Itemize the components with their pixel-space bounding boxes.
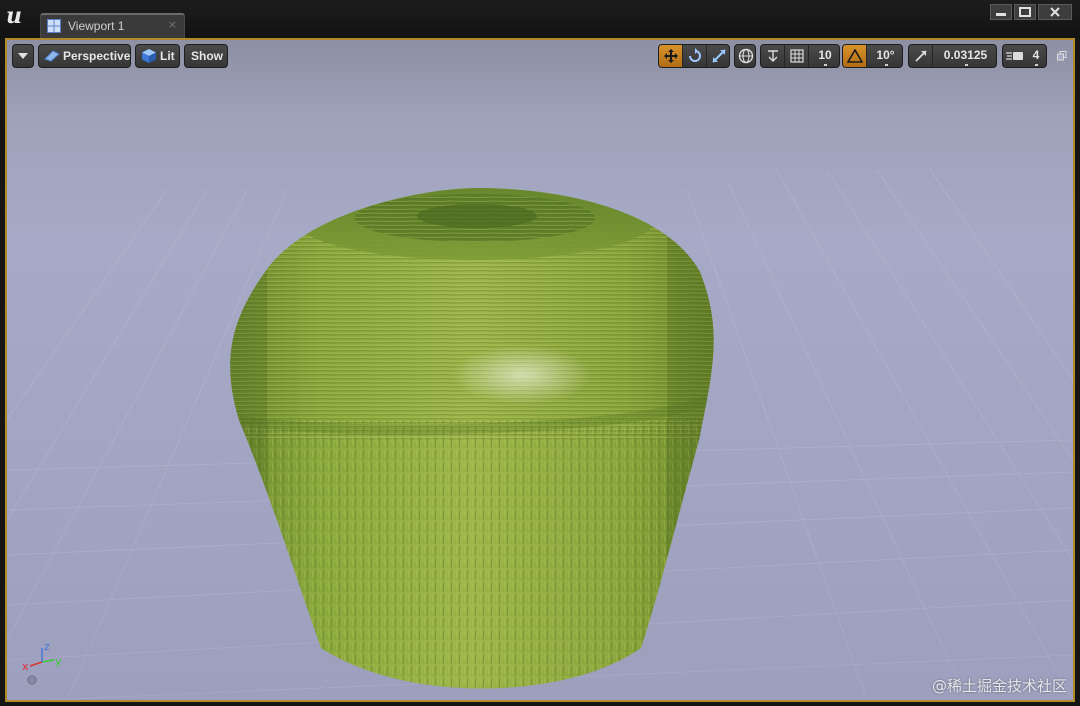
scale-mode-button[interactable]	[707, 45, 729, 67]
dropdown-dot-icon	[1035, 64, 1038, 66]
perspective-camera-icon	[44, 50, 60, 62]
z-axis-label: z	[44, 640, 50, 653]
chevron-down-icon	[18, 53, 28, 59]
grid-snap-toggle[interactable]	[785, 45, 809, 67]
lit-view-mode-button[interactable]: Lit	[135, 44, 180, 68]
grid-snap-value-text: 10	[818, 48, 832, 62]
scale-snap-icon	[914, 50, 927, 62]
minimize-icon	[996, 13, 1006, 16]
grid-snap-group: 10	[760, 44, 840, 68]
scale-snap-value[interactable]: 0.03125	[933, 45, 996, 67]
perspective-label: Perspective	[63, 49, 131, 63]
y-axis-label: y	[55, 655, 62, 668]
unreal-logo-icon: u	[6, 3, 22, 29]
show-label: Show	[191, 49, 223, 63]
surface-snap-button[interactable]	[761, 45, 785, 67]
view-orientation-icon	[27, 675, 37, 685]
camera-speed-icon-cell	[1003, 45, 1027, 67]
viewport-tab-icon	[47, 19, 61, 33]
tab-close-icon[interactable]: ×	[168, 18, 177, 31]
title-bar: u Viewport 1 ×	[0, 0, 1080, 38]
transform-mode-group	[658, 44, 730, 68]
rotate-icon	[688, 48, 701, 62]
rotation-snap-value[interactable]: 10°	[867, 45, 902, 67]
scale-snap-group: 0.03125	[908, 44, 997, 68]
window-controls	[988, 4, 1072, 20]
camera-speed-button[interactable]: 4	[1002, 44, 1047, 68]
surface-snap-icon	[767, 50, 778, 62]
globe-icon	[738, 48, 754, 64]
level-viewport[interactable]: Perspective Lit Show 10 10° 0.03125 4 x …	[5, 38, 1075, 702]
camera-speed-value-text: 4	[1032, 48, 1040, 62]
world-coords-button[interactable]	[735, 45, 755, 67]
translate-mode-button[interactable]	[659, 45, 683, 67]
close-icon	[1050, 7, 1060, 17]
rotation-snap-group: 10°	[842, 44, 903, 68]
tab-viewport-1[interactable]: Viewport 1 ×	[40, 13, 185, 38]
viewport-options-button[interactable]	[12, 44, 34, 68]
translate-arrows-icon	[663, 49, 678, 63]
dropdown-dot-icon	[884, 64, 888, 66]
lit-cube-icon	[142, 49, 156, 63]
camera-speed-icon	[1006, 52, 1023, 60]
x-axis-label: x	[22, 660, 29, 673]
dropdown-dot-icon	[964, 64, 968, 66]
rotation-snap-value-text: 10°	[876, 48, 895, 62]
maximize-button[interactable]	[1014, 4, 1036, 20]
restore-viewport-icon[interactable]	[1057, 51, 1067, 61]
lit-label: Lit	[160, 49, 175, 63]
camera-speed-value: 4	[1025, 45, 1046, 67]
rotation-snap-triangle-icon	[846, 49, 863, 63]
perspective-button[interactable]: Perspective	[38, 44, 131, 68]
scale-snap-toggle[interactable]	[909, 45, 933, 67]
scale-icon	[712, 49, 726, 63]
show-flags-button[interactable]: Show	[184, 44, 228, 68]
grid-icon	[789, 49, 804, 63]
watermark-text: @稀土掘金技术社区	[931, 677, 1067, 695]
rotation-snap-toggle[interactable]	[843, 45, 867, 67]
world-local-toggle[interactable]	[734, 44, 756, 68]
scale-snap-value-text: 0.03125	[943, 48, 988, 62]
maximize-icon	[1019, 7, 1031, 17]
grid-snap-value[interactable]: 10	[809, 45, 839, 67]
axis-gizmo: x y z	[22, 640, 62, 685]
close-button[interactable]	[1038, 4, 1072, 20]
dropdown-dot-icon	[824, 64, 827, 66]
tab-label: Viewport 1	[68, 19, 125, 33]
rotate-mode-button[interactable]	[683, 45, 707, 67]
scene-render	[7, 164, 1073, 700]
minimize-button[interactable]	[990, 4, 1012, 20]
